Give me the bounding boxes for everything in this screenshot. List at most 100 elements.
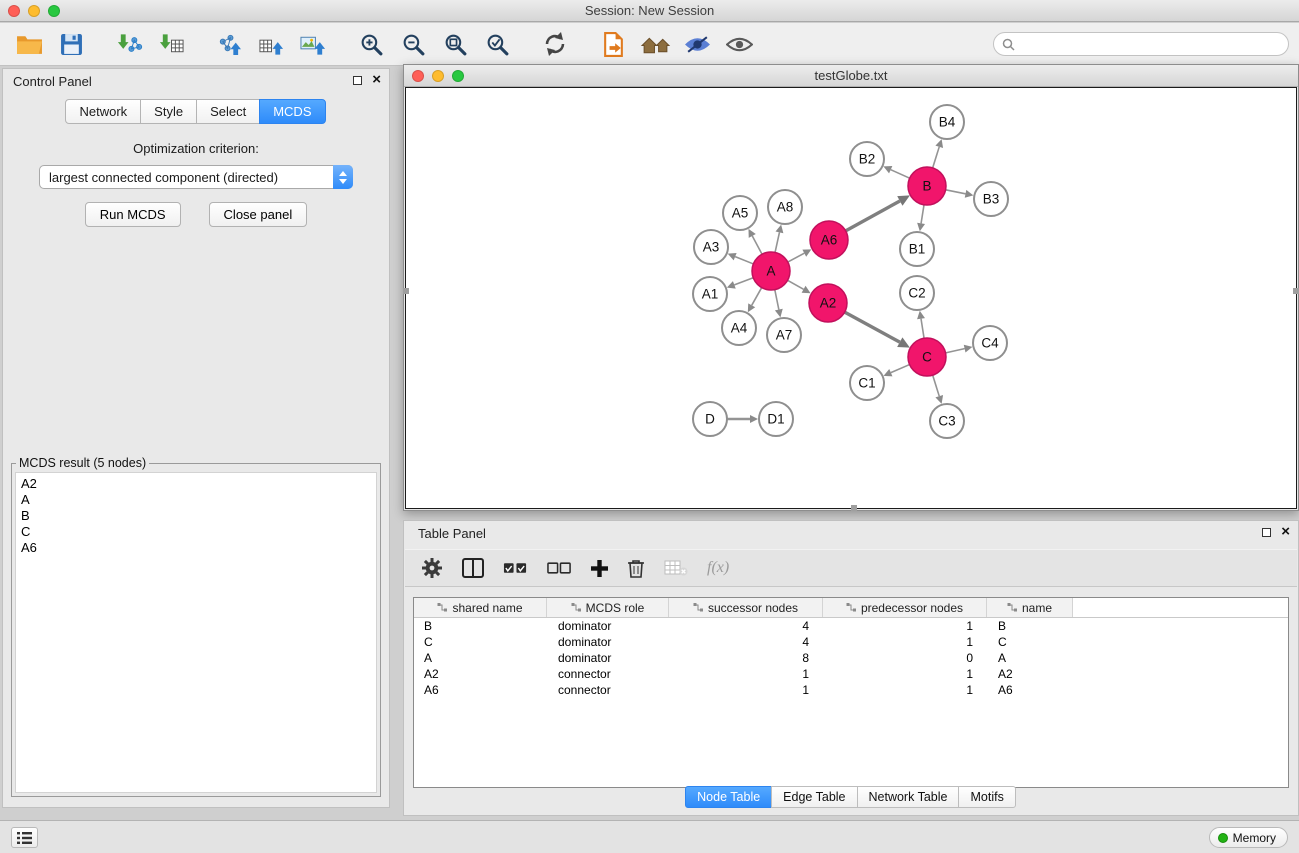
network-node-D[interactable]: D [693, 402, 727, 436]
save-session-button[interactable] [50, 26, 92, 62]
resize-handle-right[interactable] [1293, 288, 1299, 294]
network-node-C2[interactable]: C2 [900, 276, 934, 310]
network-edge-C-C4[interactable] [946, 349, 965, 353]
column-header-name[interactable]: name [987, 598, 1073, 617]
network-canvas[interactable]: B4 B2 B B3 A5 A8A6 B1 A3 A C2 A1 A2 A4 A7 C4 C C1 C3 D D1 [405, 87, 1297, 509]
delete-column-button[interactable] [627, 553, 645, 583]
mcds-result-item[interactable]: A6 [21, 540, 371, 556]
table-tab-node-table[interactable]: Node Table [685, 786, 772, 808]
network-edge-A-A1[interactable] [734, 278, 753, 285]
network-node-B1[interactable]: B1 [900, 232, 934, 266]
network-node-A5[interactable]: A5 [723, 196, 757, 230]
tab-select[interactable]: Select [196, 99, 260, 124]
network-node-A[interactable]: A [752, 252, 790, 290]
network-edge-A6-B[interactable] [846, 201, 900, 231]
table-tab-network-table[interactable]: Network Table [857, 786, 960, 808]
import-table-from-file-button[interactable] [150, 26, 192, 62]
network-node-A8[interactable]: A8 [768, 190, 802, 224]
network-edge-B-B2[interactable] [891, 170, 910, 179]
refresh-view-button[interactable] [534, 26, 576, 62]
network-edge-A-A3[interactable] [735, 257, 753, 264]
hide-graphics-details-button[interactable] [718, 26, 760, 62]
tab-network[interactable]: Network [65, 99, 141, 124]
deselect-all-columns-button[interactable] [547, 553, 572, 583]
tab-style[interactable]: Style [140, 99, 197, 124]
table-row[interactable]: Cdominator41C [414, 634, 1288, 650]
network-node-C[interactable]: C [908, 338, 946, 376]
select-all-columns-button[interactable] [503, 553, 528, 583]
export-network-button[interactable] [208, 26, 250, 62]
network-node-A2[interactable]: A2 [809, 284, 847, 322]
network-edge-A2-C[interactable] [845, 312, 900, 342]
table-row[interactable]: A6connector11A6 [414, 682, 1288, 698]
network-edge-A-A7[interactable] [775, 290, 779, 310]
column-header-shared-name[interactable]: shared name [414, 598, 547, 617]
import-network-from-file-button[interactable] [108, 26, 150, 62]
home-button[interactable] [634, 26, 676, 62]
open-recent-file-button[interactable] [592, 26, 634, 62]
mcds-result-item[interactable]: A2 [21, 476, 371, 492]
network-node-B4[interactable]: B4 [930, 105, 964, 139]
table-settings-button[interactable] [421, 553, 443, 583]
network-node-B2[interactable]: B2 [850, 142, 884, 176]
close-table-panel-icon[interactable]: × [1281, 526, 1290, 538]
network-edge-B-B3[interactable] [946, 190, 966, 194]
tab-mcds[interactable]: MCDS [259, 99, 325, 124]
network-node-A4[interactable]: A4 [722, 311, 756, 345]
network-edge-B-B1[interactable] [921, 205, 924, 224]
network-node-A1[interactable]: A1 [693, 277, 727, 311]
network-node-C1[interactable]: C1 [850, 366, 884, 400]
network-edge-A-A5[interactable] [752, 236, 762, 254]
column-header-predecessor-nodes[interactable]: predecessor nodes [823, 598, 987, 617]
mcds-result-item[interactable]: C [21, 524, 371, 540]
delete-table-button-disabled[interactable] [664, 553, 688, 583]
close-panel-button[interactable]: Close panel [209, 202, 308, 227]
show-graphics-details-button[interactable] [676, 26, 718, 62]
table-tab-edge-table[interactable]: Edge Table [771, 786, 857, 808]
network-node-B[interactable]: B [908, 167, 946, 205]
network-node-A6[interactable]: A6 [810, 221, 848, 259]
column-header-successor-nodes[interactable]: successor nodes [669, 598, 823, 617]
export-image-button[interactable] [292, 26, 334, 62]
network-edge-A-A2[interactable] [788, 280, 804, 289]
network-edge-A-A4[interactable] [752, 288, 762, 306]
network-node-D1[interactable]: D1 [759, 402, 793, 436]
function-builder-button[interactable]: f(x) [707, 553, 729, 583]
close-panel-icon[interactable]: × [372, 74, 381, 86]
show-column-panel-button[interactable] [462, 553, 484, 583]
float-panel-icon[interactable] [353, 76, 362, 85]
mcds-result-list[interactable]: A2ABCA6 [15, 472, 377, 793]
network-node-B3[interactable]: B3 [974, 182, 1008, 216]
export-table-button[interactable] [250, 26, 292, 62]
status-menu-button[interactable] [11, 827, 38, 848]
network-edge-B-B4[interactable] [933, 147, 940, 168]
network-edge-C-C3[interactable] [933, 375, 940, 396]
criterion-select[interactable]: largest connected component (directed) [39, 165, 353, 189]
table-tab-motifs[interactable]: Motifs [958, 786, 1015, 808]
mcds-result-item[interactable]: B [21, 508, 371, 524]
network-edge-C-C2[interactable] [921, 319, 924, 339]
table-row[interactable]: Bdominator41B [414, 618, 1288, 634]
resize-handle-bottom[interactable] [851, 505, 857, 511]
open-session-button[interactable] [8, 26, 50, 62]
zoom-out-button[interactable] [392, 26, 434, 62]
network-node-A3[interactable]: A3 [694, 230, 728, 264]
float-table-panel-icon[interactable] [1262, 528, 1271, 537]
zoom-fit-button[interactable] [434, 26, 476, 62]
zoom-in-button[interactable] [350, 26, 392, 62]
table-row[interactable]: Adominator80A [414, 650, 1288, 666]
table-row[interactable]: A2connector11A2 [414, 666, 1288, 682]
run-mcds-button[interactable]: Run MCDS [85, 202, 181, 227]
network-window-titlebar[interactable]: testGlobe.txt [404, 65, 1298, 87]
network-edge-A-A6[interactable] [788, 253, 805, 262]
network-edge-A-A8[interactable] [775, 232, 779, 252]
mcds-result-item[interactable]: A [21, 492, 371, 508]
network-node-A7[interactable]: A7 [767, 318, 801, 352]
search-input[interactable] [993, 32, 1289, 56]
network-edge-C-C1[interactable] [891, 365, 910, 373]
column-header-MCDS-role[interactable]: MCDS role [547, 598, 669, 617]
resize-handle-left[interactable] [403, 288, 409, 294]
network-node-C3[interactable]: C3 [930, 404, 964, 438]
network-node-C4[interactable]: C4 [973, 326, 1007, 360]
zoom-selected-button[interactable] [476, 26, 518, 62]
